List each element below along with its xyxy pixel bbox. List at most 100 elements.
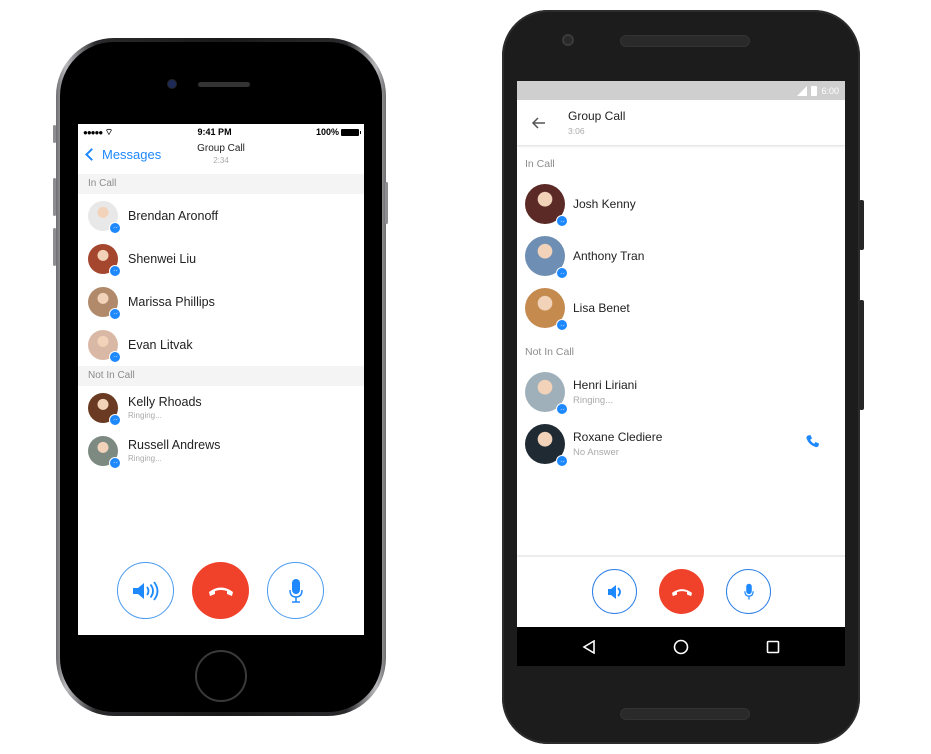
speaker-button[interactable] [592, 569, 637, 614]
messenger-icon [112, 418, 118, 421]
participant-name: Lisa Benet [573, 301, 630, 315]
messenger-icon [559, 219, 565, 223]
participant-row[interactable]: Marissa Phillips [78, 280, 364, 323]
end-call-button[interactable] [659, 569, 704, 614]
top-speaker-grille [620, 35, 750, 47]
home-button[interactable] [195, 650, 247, 702]
call-controls [78, 562, 364, 620]
messenger-badge [109, 350, 121, 363]
arrow-back-icon[interactable] [529, 113, 549, 133]
circle-home-icon [673, 639, 689, 655]
mute-button[interactable] [267, 562, 324, 619]
participant-status: Ringing... [128, 454, 162, 463]
avatar-container [88, 286, 121, 320]
messenger-icon [559, 271, 565, 275]
messenger-badge [109, 307, 121, 320]
phone-icon[interactable] [805, 434, 821, 450]
messenger-icon [112, 269, 118, 272]
participant-name: Shenwei Liu [128, 251, 197, 266]
participant-name: Marissa Phillips [128, 294, 215, 309]
participant-name: Russell Andrews [128, 438, 221, 452]
participant-info: Josh Kenny [573, 197, 636, 211]
divider [517, 555, 845, 557]
speaker-icon [607, 584, 621, 599]
participant-info: Brendan Aronoff [128, 209, 218, 223]
battery-icon [340, 129, 361, 137]
participant-info: Shenwei Liu [128, 252, 196, 266]
participant-row[interactable]: Josh Kenny [517, 178, 845, 230]
participant-row[interactable]: Lisa Benet [517, 282, 845, 334]
participant-row[interactable]: Russell Andrews Ringing... [78, 429, 364, 472]
messenger-badge [109, 264, 121, 277]
mute-button[interactable] [726, 569, 771, 614]
participant-row[interactable]: Evan Litvak [78, 323, 364, 366]
nav-back-button[interactable] [579, 637, 599, 657]
page-title: Group Call [568, 109, 626, 123]
battery: 100% [316, 127, 361, 137]
microphone-icon [288, 578, 303, 603]
participant-status: Ringing... [128, 411, 162, 420]
messenger-icon [559, 459, 565, 463]
call-duration: 3:06 [568, 126, 585, 136]
messenger-icon [112, 355, 118, 358]
nav-recents-button[interactable] [763, 637, 783, 657]
android-nav-bar [517, 627, 845, 666]
participants-list: In Call Brendan Aronoff Shenwei Liu Marissa… [78, 174, 364, 472]
messenger-badge [109, 456, 121, 469]
participant-info: Kelly Rhoads Ringing... [128, 395, 202, 420]
participant-status: Ringing... [573, 395, 614, 406]
participant-row[interactable]: Kelly Rhoads Ringing... [78, 386, 364, 429]
volume-up-button [53, 178, 56, 216]
participant-row[interactable]: Shenwei Liu [78, 237, 364, 280]
speaker-button[interactable] [117, 562, 174, 619]
avatar-container [88, 200, 121, 234]
page-title: Group Call [197, 143, 245, 154]
signal-icon [797, 85, 808, 96]
messenger-icon [559, 407, 565, 411]
messenger-icon [559, 323, 565, 327]
avatar-container [525, 424, 568, 467]
avatar-container [88, 243, 121, 277]
android-toolbar: Group Call 3:06 [517, 100, 845, 146]
end-call-button[interactable] [192, 562, 249, 619]
front-camera [562, 34, 574, 46]
triangle-back-icon [582, 640, 595, 654]
messenger-badge [556, 267, 568, 279]
clock: 6:00 [821, 85, 839, 96]
participant-status: No Answer [573, 447, 619, 458]
messenger-badge [556, 403, 568, 415]
participant-row[interactable]: Henri Liriani Ringing... [517, 366, 845, 418]
ios-screen: ●●●●● ⌔ 9:41 PM 100% Messages Group Call… [78, 124, 364, 635]
section-header: In Call [78, 174, 364, 194]
signal-icon: ●●●●● [83, 127, 103, 137]
participant-name: Brendan Aronoff [128, 208, 219, 223]
speaker-icon [132, 580, 158, 601]
avatar-container [525, 372, 568, 415]
participant-row[interactable]: Roxane Clediere No Answer [517, 418, 845, 470]
avatar-container [88, 329, 121, 363]
section-header: Not In Call [78, 366, 364, 386]
messenger-icon [112, 312, 118, 315]
participant-info: Russell Andrews Ringing... [128, 438, 220, 463]
participant-info: Marissa Phillips [128, 295, 215, 309]
participant-info: Roxane Clediere No Answer [573, 430, 662, 458]
nav-home-button[interactable] [671, 637, 691, 657]
participant-row[interactable]: Brendan Aronoff [78, 194, 364, 237]
participant-info: Evan Litvak [128, 338, 193, 352]
avatar-container [525, 236, 568, 279]
signal-wifi: ●●●●● ⌔ [83, 127, 113, 138]
microphone-icon [743, 583, 754, 600]
avatar-container [525, 184, 568, 227]
ios-status-bar: ●●●●● ⌔ 9:41 PM 100% [78, 124, 364, 140]
power-button [859, 200, 864, 250]
participant-row[interactable]: Anthony Tran [517, 230, 845, 282]
messenger-icon [112, 226, 118, 229]
participant-info: Henri Liriani Ringing... [573, 378, 637, 406]
square-recents-icon [766, 640, 780, 654]
hang-up-icon [671, 588, 692, 596]
messenger-badge [556, 455, 568, 467]
messenger-badge [556, 215, 568, 227]
call-duration: 2:34 [213, 156, 229, 165]
bottom-speaker-grille [620, 708, 750, 720]
android-screen: 6:00 Group Call 3:06 In Call Josh Kenny An… [517, 81, 845, 666]
